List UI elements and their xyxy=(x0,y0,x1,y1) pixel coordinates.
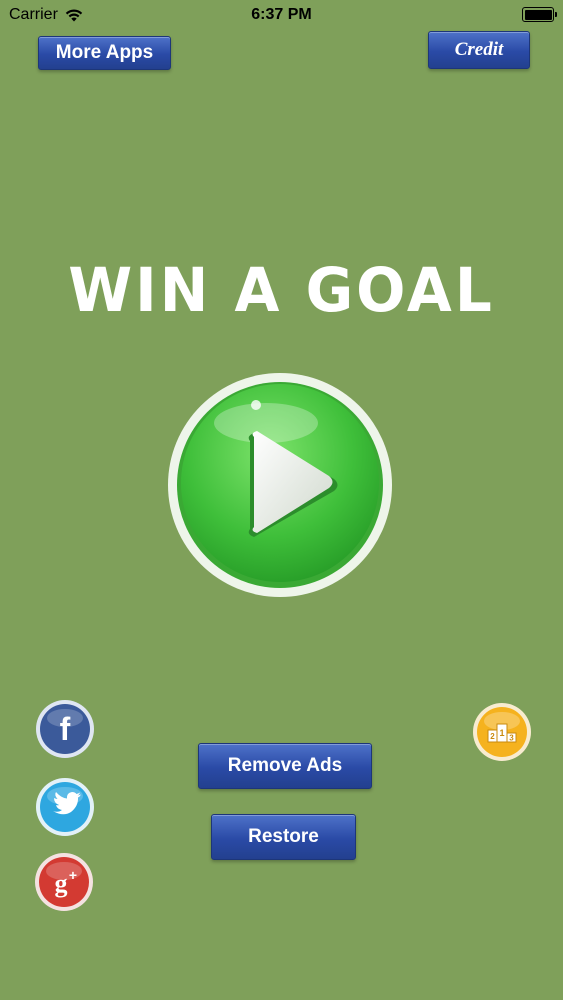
svg-text:+: + xyxy=(69,867,77,883)
leaderboard-button[interactable]: 1 2 3 xyxy=(473,703,531,761)
twitter-icon xyxy=(36,778,94,836)
leaderboard-podium-icon: 1 2 3 xyxy=(473,703,531,761)
status-right xyxy=(522,7,557,22)
google-plus-button[interactable]: g + xyxy=(35,853,93,911)
more-apps-button[interactable]: More Apps xyxy=(38,36,171,70)
svg-text:3: 3 xyxy=(509,734,514,743)
game-title: WIN A GOAL xyxy=(68,254,495,326)
google-plus-icon: g + xyxy=(35,853,93,911)
twitter-button[interactable] xyxy=(36,778,94,836)
battery-icon xyxy=(522,7,557,22)
status-bar: Carrier 6:37 PM xyxy=(0,0,563,30)
play-button[interactable] xyxy=(166,371,394,599)
remove-ads-button[interactable]: Remove Ads xyxy=(198,743,372,789)
play-icon xyxy=(168,373,392,597)
facebook-button[interactable]: f xyxy=(36,700,94,758)
svg-text:1: 1 xyxy=(499,728,504,738)
svg-text:2: 2 xyxy=(490,732,495,741)
credit-button[interactable]: Credit xyxy=(428,31,530,69)
facebook-icon: f xyxy=(36,700,94,758)
svg-text:g: g xyxy=(55,869,68,898)
svg-text:f: f xyxy=(60,711,71,747)
restore-button[interactable]: Restore xyxy=(211,814,356,860)
status-time: 6:37 PM xyxy=(251,6,312,23)
